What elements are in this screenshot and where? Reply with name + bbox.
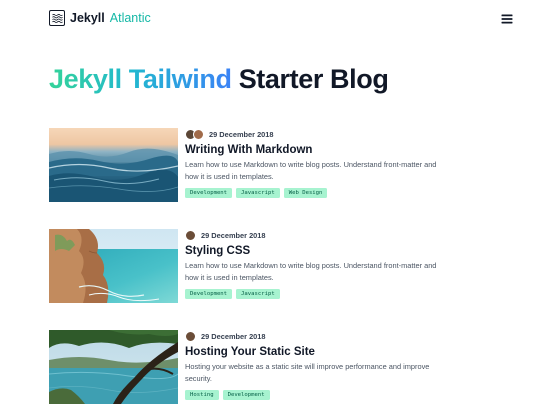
brand-name: Jekyll	[70, 11, 105, 25]
post-thumbnail-coastal-cliff[interactable]	[49, 229, 178, 303]
avatar	[185, 330, 196, 342]
tag-development[interactable]: Development	[222, 390, 270, 400]
tag-development[interactable]: Development	[185, 188, 233, 198]
post-excerpt: Learn how to use Markdown to write blog …	[185, 160, 437, 181]
wave-logo-icon	[49, 10, 65, 26]
tag-javascript[interactable]: Javascript	[236, 289, 280, 299]
post-card: 29 December 2018 Writing With Markdown L…	[49, 128, 513, 202]
brand-link[interactable]: Jekyll Atlantic	[49, 10, 151, 26]
post-title-link[interactable]: Writing With Markdown	[185, 143, 445, 157]
post-title-link[interactable]: Styling CSS	[185, 244, 445, 258]
post-tags: Development Javascript	[185, 289, 445, 299]
page-title-highlight: Jekyll Tailwind	[49, 64, 232, 94]
post-date: 29 December 2018	[201, 331, 266, 341]
page-title-rest: Starter Blog	[238, 64, 389, 94]
author-avatars	[185, 128, 204, 140]
post-date: 29 December 2018	[201, 230, 266, 240]
post-title-link[interactable]: Hosting Your Static Site	[185, 345, 445, 359]
tag-hosting[interactable]: Hosting	[185, 390, 219, 400]
author-avatars	[185, 229, 196, 241]
post-card: 29 December 2018 Hosting Your Static Sit…	[49, 330, 513, 404]
post-tags: Development Javascript Web Design	[185, 188, 445, 198]
avatar	[185, 229, 196, 241]
brand-accent: Atlantic	[109, 11, 151, 25]
tag-development[interactable]: Development	[185, 289, 233, 299]
post-card: 29 December 2018 Styling CSS Learn how t…	[49, 229, 513, 303]
avatar	[193, 128, 204, 140]
post-date: 29 December 2018	[209, 129, 274, 139]
post-thumbnail-ocean-wave[interactable]	[49, 128, 178, 202]
tag-javascript[interactable]: Javascript	[236, 188, 280, 198]
page-title: Jekyll Tailwind Starter Blog	[49, 63, 389, 95]
tag-web-design[interactable]: Web Design	[283, 188, 328, 198]
post-thumbnail-tree-bay[interactable]	[49, 330, 178, 404]
post-excerpt: Learn how to use Markdown to write blog …	[185, 261, 437, 282]
post-excerpt: Hosting your website as a static site wi…	[185, 362, 430, 383]
author-avatars	[185, 330, 196, 342]
site-header: Jekyll Atlantic	[49, 10, 513, 30]
hamburger-menu-icon[interactable]	[501, 12, 513, 24]
post-tags: Hosting Development	[185, 390, 445, 400]
